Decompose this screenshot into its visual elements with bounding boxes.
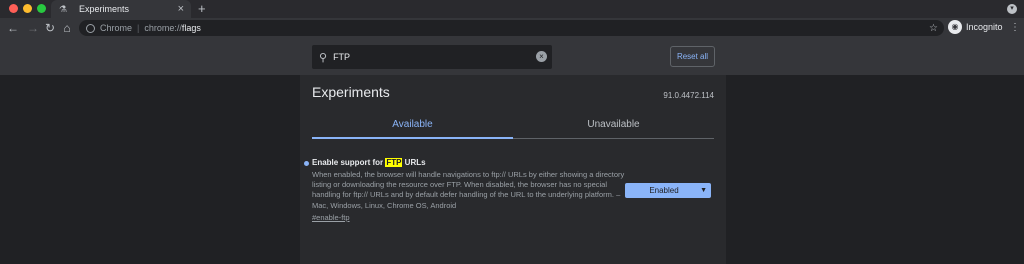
profile-button[interactable]: ◉ Incognito: [948, 20, 1003, 34]
tab-title: Experiments: [79, 4, 130, 14]
address-bar[interactable]: Chrome | chrome:// flags ☆: [79, 20, 944, 36]
active-tab-indicator: [312, 137, 513, 139]
version-label: 91.0.4472.114: [663, 91, 714, 100]
flags-header: ⚲ × Reset all: [0, 38, 1024, 75]
flag-permalink[interactable]: #enable-ftp: [312, 213, 350, 222]
tab-available[interactable]: Available: [312, 119, 513, 130]
flag-title-after: URLs: [402, 158, 426, 167]
tab-experiments[interactable]: ⚗ Experiments ×: [51, 0, 191, 18]
chevron-down-icon: ▼: [700, 187, 707, 194]
more-menu-icon[interactable]: ⋮: [1010, 21, 1020, 35]
search-input[interactable]: [331, 51, 536, 63]
modified-indicator-icon: [304, 161, 309, 166]
site-chip: Chrome: [100, 23, 133, 33]
close-window-button[interactable]: [9, 4, 18, 13]
flag-title: Enable support for FTP URLs: [312, 158, 426, 167]
new-tab-button[interactable]: +: [198, 0, 206, 18]
flask-icon: ⚗: [59, 3, 68, 14]
tab-unavailable[interactable]: Unavailable: [513, 119, 714, 130]
reload-icon[interactable]: ↻: [42, 20, 58, 36]
url-scheme: chrome://: [144, 23, 182, 33]
url-separator: |: [137, 23, 140, 33]
flag-tabs: Available Unavailable: [312, 112, 714, 139]
search-icon: ⚲: [319, 51, 328, 64]
maximize-window-button[interactable]: [37, 4, 46, 13]
profile-label: Incognito: [966, 22, 1003, 32]
flag-search-box: ⚲ ×: [312, 45, 552, 69]
minimize-window-button[interactable]: [23, 4, 32, 13]
url-path: flags: [181, 23, 201, 33]
experiments-card: Experiments 91.0.4472.114 Available Unav…: [300, 75, 726, 264]
tab-close-button[interactable]: ×: [178, 3, 184, 15]
browser-toolbar: ← → ↻ ⌂ Chrome | chrome:// flags ☆ ◉ Inc…: [0, 18, 1024, 38]
flag-state-select[interactable]: Enabled ▼: [625, 183, 711, 198]
site-info-icon[interactable]: [86, 23, 95, 33]
back-icon[interactable]: ←: [5, 20, 21, 36]
tab-search-icon[interactable]: ▾: [1007, 4, 1017, 14]
flag-title-highlight: FTP: [385, 158, 403, 167]
page-title: Experiments: [312, 84, 390, 100]
clear-icon[interactable]: ×: [536, 51, 547, 62]
home-icon[interactable]: ⌂: [59, 20, 75, 36]
star-icon[interactable]: ☆: [929, 23, 938, 34]
forward-icon[interactable]: →: [25, 20, 41, 36]
flag-title-before: Enable support for: [312, 158, 386, 167]
incognito-icon: ◉: [948, 20, 962, 34]
flag-description: When enabled, the browser will handle na…: [312, 170, 625, 210]
reset-all-button[interactable]: Reset all: [670, 46, 715, 67]
selected-option: Enabled: [649, 186, 679, 195]
tab-strip: ⚗ Experiments × + ▾: [0, 0, 1024, 18]
